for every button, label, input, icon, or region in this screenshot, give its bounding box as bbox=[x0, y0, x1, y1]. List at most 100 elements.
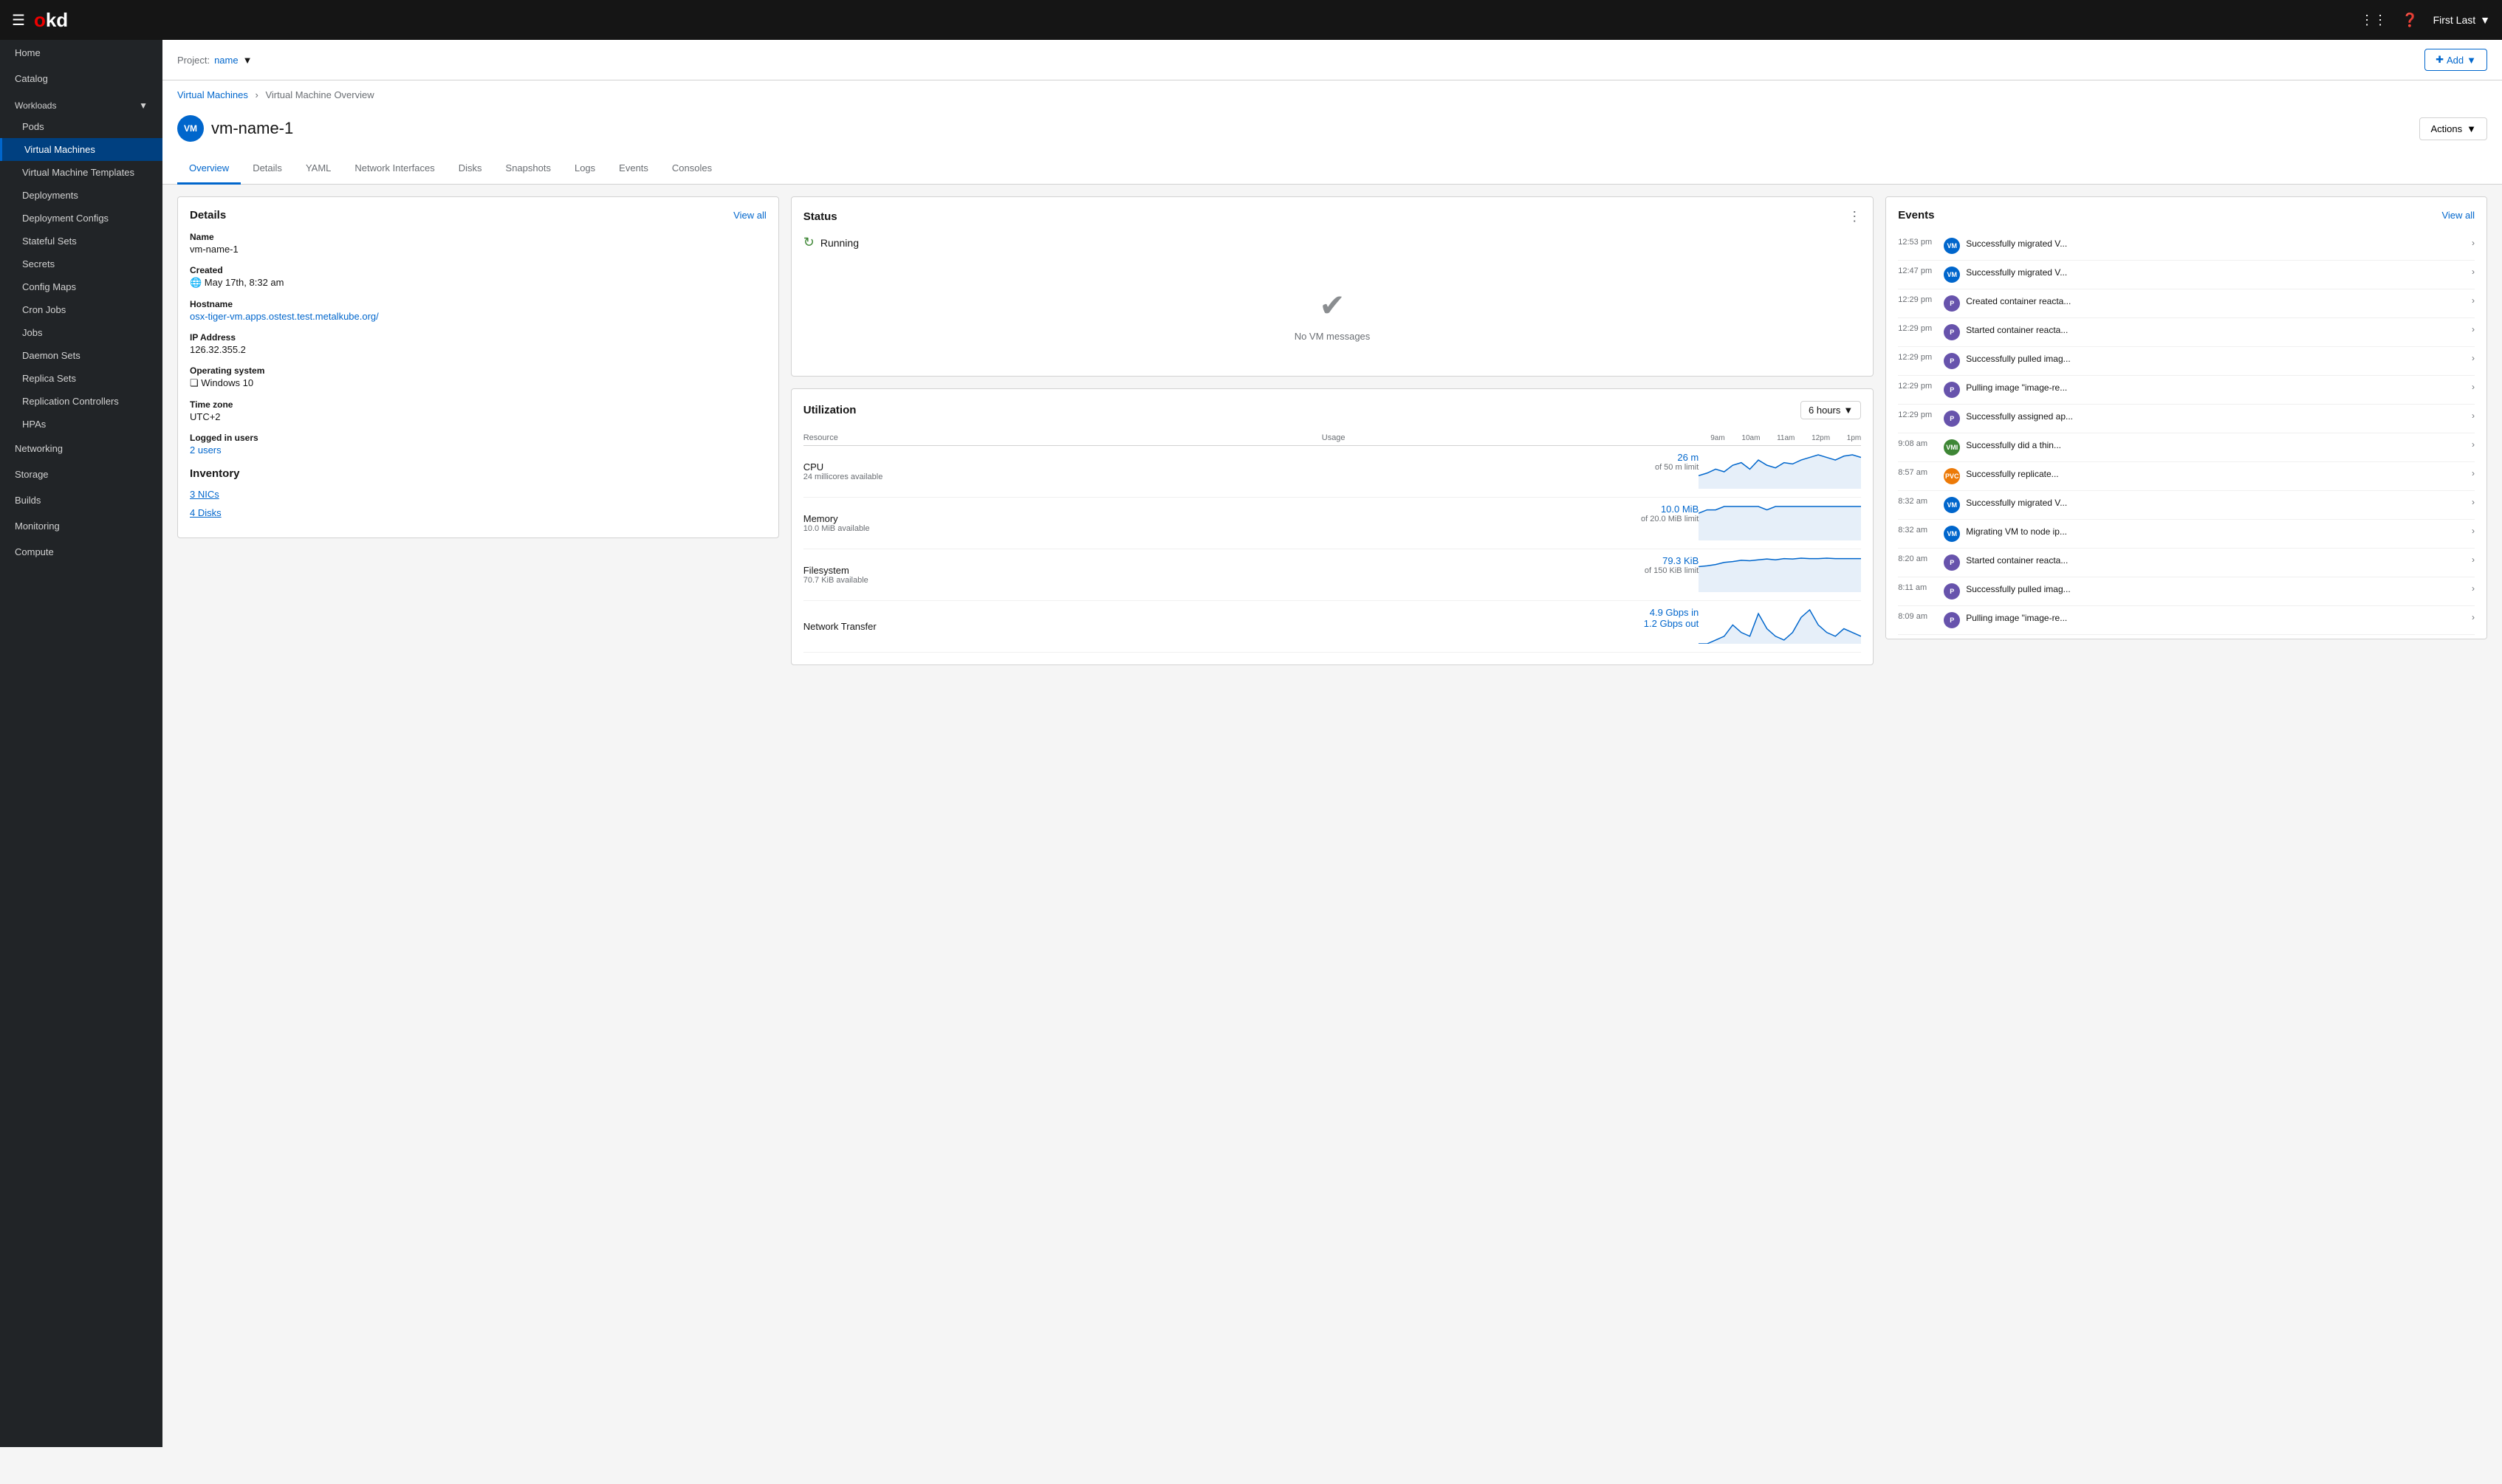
logo: okd bbox=[34, 9, 68, 32]
sidebar-item-pods[interactable]: Pods bbox=[0, 115, 162, 138]
resource-name-cpu: CPU bbox=[803, 461, 1322, 473]
col-usage: Usage bbox=[1322, 430, 1699, 446]
event-item[interactable]: 8:02 amPSuccessfully assigned ap...› bbox=[1898, 635, 2475, 639]
event-item[interactable]: 8:57 amPVCSuccessfully replicate...› bbox=[1898, 462, 2475, 491]
col-chart: 9am 10am 11am 12pm 1pm bbox=[1699, 430, 1861, 446]
sidebar-item-home[interactable]: Home bbox=[0, 40, 162, 66]
hamburger-icon[interactable]: ☰ bbox=[12, 11, 25, 30]
event-badge-vm: VM bbox=[1944, 526, 1960, 542]
vm-header: VM vm-name-1 Actions ▼ bbox=[162, 109, 2502, 154]
events-view-all[interactable]: View all bbox=[2441, 210, 2475, 221]
event-text: Successfully did a thin... bbox=[1966, 439, 2466, 452]
detail-link-hostname[interactable]: osx-tiger-vm.apps.ostest.test.metalkube.… bbox=[190, 311, 379, 322]
no-messages-label: No VM messages bbox=[803, 331, 1862, 342]
event-item[interactable]: 12:29 pmPPulling image "image-re...› bbox=[1898, 376, 2475, 405]
event-item[interactable]: 9:08 amVMISuccessfully did a thin...› bbox=[1898, 433, 2475, 462]
project-chevron[interactable]: ▼ bbox=[243, 55, 253, 66]
inventory-title: Inventory bbox=[190, 467, 767, 480]
event-text: Pulling image "image-re... bbox=[1966, 612, 2466, 625]
sidebar-item-config-maps[interactable]: Config Maps bbox=[0, 275, 162, 298]
add-label: Add bbox=[2447, 55, 2464, 66]
inventory-link-disks[interactable]: 4 Disks bbox=[190, 507, 767, 518]
sidebar-item-catalog[interactable]: Catalog bbox=[0, 66, 162, 92]
event-text: Started container reacta... bbox=[1966, 324, 2466, 337]
event-item[interactable]: 12:29 pmPStarted container reacta...› bbox=[1898, 318, 2475, 347]
sidebar-item-jobs[interactable]: Jobs bbox=[0, 321, 162, 344]
event-chevron-icon: › bbox=[2472, 382, 2475, 392]
detail-field-hostname: Hostnameosx-tiger-vm.apps.ostest.test.me… bbox=[190, 299, 767, 322]
grid-icon[interactable]: ⋮⋮ bbox=[2360, 13, 2387, 28]
actions-button[interactable]: Actions ▼ bbox=[2419, 117, 2487, 140]
breadcrumb: Virtual Machines › Virtual Machine Overv… bbox=[162, 80, 2502, 109]
tab-network-interfaces[interactable]: Network Interfaces bbox=[343, 154, 446, 185]
event-item[interactable]: 12:29 pmPCreated container reacta...› bbox=[1898, 289, 2475, 318]
util-row-cpu: CPU24 millicores available26 mof 50 m li… bbox=[803, 446, 1862, 498]
usage-value-cpu: 26 m bbox=[1322, 452, 1699, 463]
event-chevron-icon: › bbox=[2472, 526, 2475, 536]
tab-overview[interactable]: Overview bbox=[177, 154, 241, 185]
sidebar-item-compute[interactable]: Compute bbox=[0, 539, 162, 565]
sidebar-section-workloads[interactable]: Workloads ▼ bbox=[0, 92, 162, 115]
event-item[interactable]: 12:29 pmPSuccessfully assigned ap...› bbox=[1898, 405, 2475, 433]
event-item[interactable]: 8:20 amPStarted container reacta...› bbox=[1898, 549, 2475, 577]
sidebar-item-networking[interactable]: Networking bbox=[0, 436, 162, 461]
sidebar-item-builds[interactable]: Builds bbox=[0, 487, 162, 513]
tab-consoles[interactable]: Consoles bbox=[660, 154, 724, 185]
running-status: ↻ Running bbox=[803, 235, 1862, 250]
events-list: 12:53 pmVMSuccessfully migrated V...›12:… bbox=[1898, 232, 2475, 639]
event-item[interactable]: 8:32 amVMSuccessfully migrated V...› bbox=[1898, 491, 2475, 520]
event-item[interactable]: 12:53 pmVMSuccessfully migrated V...› bbox=[1898, 232, 2475, 261]
util-usage-network: 4.9 Gbps in1.2 Gbps out bbox=[1322, 601, 1699, 653]
detail-label-time_zone: Time zone bbox=[190, 399, 767, 410]
sidebar: Home Catalog Workloads ▼ PodsVirtual Mac… bbox=[0, 40, 162, 1447]
time-selector[interactable]: 6 hours ▼ bbox=[1800, 401, 1861, 419]
user-menu[interactable]: First Last ▼ bbox=[2433, 14, 2490, 26]
tab-logs[interactable]: Logs bbox=[563, 154, 607, 185]
event-item[interactable]: 12:47 pmVMSuccessfully migrated V...› bbox=[1898, 261, 2475, 289]
sidebar-item-hpas[interactable]: HPAs bbox=[0, 413, 162, 436]
user-menu-chevron: ▼ bbox=[2480, 14, 2490, 26]
tab-disks[interactable]: Disks bbox=[447, 154, 494, 185]
status-card-header: Status ⋮ bbox=[803, 209, 1862, 224]
detail-link-logged_in_users[interactable]: 2 users bbox=[190, 444, 222, 456]
event-badge-p: P bbox=[1944, 382, 1960, 398]
sidebar-item-replica-sets[interactable]: Replica Sets bbox=[0, 367, 162, 390]
sidebar-item-cron-jobs[interactable]: Cron Jobs bbox=[0, 298, 162, 321]
tab-details[interactable]: Details bbox=[241, 154, 294, 185]
running-icon: ↻ bbox=[803, 235, 815, 250]
sidebar-item-deployments[interactable]: Deployments bbox=[0, 184, 162, 207]
sidebar-item-virtual-machines[interactable]: Virtual Machines bbox=[0, 138, 162, 161]
event-item[interactable]: 8:32 amVMMigrating VM to node ip...› bbox=[1898, 520, 2475, 549]
project-name[interactable]: name bbox=[214, 55, 239, 66]
time-11am: 11am bbox=[1777, 434, 1795, 442]
event-item[interactable]: 8:11 amPSuccessfully pulled imag...› bbox=[1898, 577, 2475, 606]
inventory-link-nics[interactable]: 3 NICs bbox=[190, 489, 767, 500]
tab-yaml[interactable]: YAML bbox=[294, 154, 343, 185]
event-item[interactable]: 8:09 amPPulling image "image-re...› bbox=[1898, 606, 2475, 635]
util-resource-network: Network Transfer bbox=[803, 601, 1322, 653]
help-icon[interactable]: ❓ bbox=[2402, 13, 2418, 28]
sidebar-item-replication-controllers[interactable]: Replication Controllers bbox=[0, 390, 162, 413]
breadcrumb-parent[interactable]: Virtual Machines bbox=[177, 89, 248, 100]
event-badge-p: P bbox=[1944, 554, 1960, 571]
windows-icon: ❏ bbox=[190, 377, 199, 388]
status-card-menu[interactable]: ⋮ bbox=[1848, 209, 1861, 224]
sidebar-item-daemon-sets[interactable]: Daemon Sets bbox=[0, 344, 162, 367]
utilization-title: Utilization bbox=[803, 404, 857, 416]
sidebar-item-deployment-configs[interactable]: Deployment Configs bbox=[0, 207, 162, 230]
sidebar-item-storage[interactable]: Storage bbox=[0, 461, 162, 487]
sparkline-filesystem bbox=[1699, 555, 1861, 592]
sidebar-item-monitoring[interactable]: Monitoring bbox=[0, 513, 162, 539]
event-item[interactable]: 12:29 pmPSuccessfully pulled imag...› bbox=[1898, 347, 2475, 376]
detail-value-created: 🌐 May 17th, 8:32 am bbox=[190, 277, 767, 289]
logo-o: o bbox=[34, 9, 46, 31]
sidebar-item-virtual-machine-templates[interactable]: Virtual Machine Templates bbox=[0, 161, 162, 184]
tab-snapshots[interactable]: Snapshots bbox=[494, 154, 563, 185]
sidebar-item-stateful-sets[interactable]: Stateful Sets bbox=[0, 230, 162, 253]
details-view-all[interactable]: View all bbox=[733, 210, 767, 221]
sidebar-item-secrets[interactable]: Secrets bbox=[0, 253, 162, 275]
event-time: 8:32 am bbox=[1898, 497, 1938, 506]
event-chevron-icon: › bbox=[2472, 612, 2475, 622]
tab-events[interactable]: Events bbox=[607, 154, 660, 185]
add-button[interactable]: ✚ Add ▼ bbox=[2424, 49, 2487, 71]
